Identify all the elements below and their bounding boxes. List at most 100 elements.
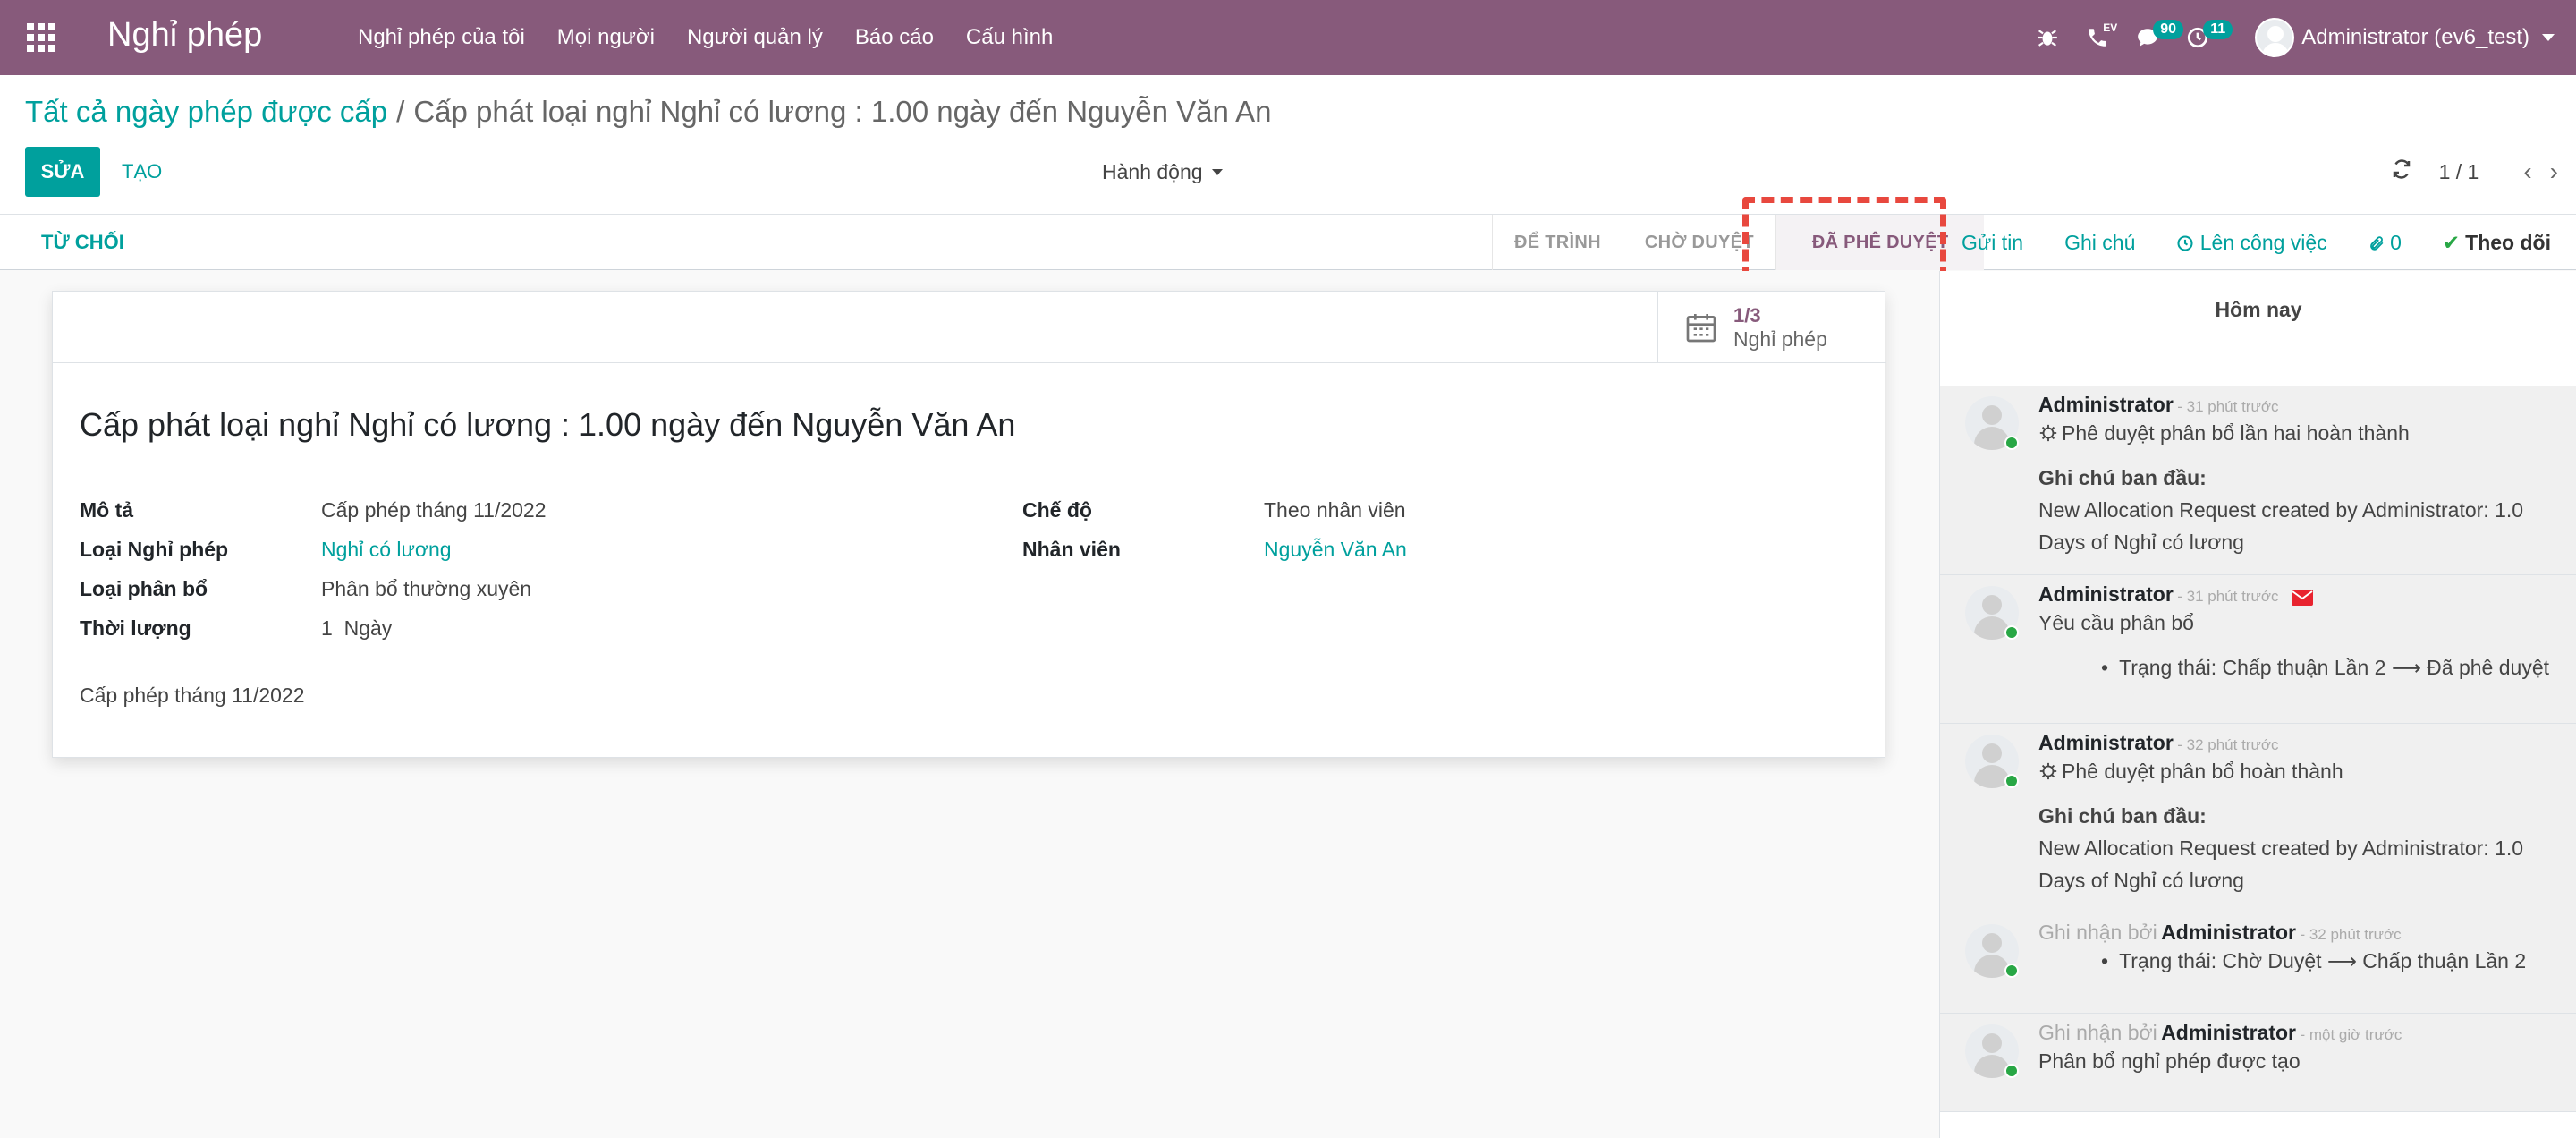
stat-label: Nghỉ phép (1733, 327, 1827, 351)
note-label: Ghi chú ban đầu: (2038, 466, 2207, 489)
message-time: - một giờ trước (2300, 1026, 2402, 1043)
field-label: Chế độ (1022, 497, 1092, 522)
field-description: Mô tả Cấp phép tháng 11/2022 (80, 490, 547, 530)
edit-button[interactable]: SỬA (25, 147, 100, 197)
online-status-dot (2004, 436, 2019, 450)
pager-next-icon[interactable]: › (2550, 157, 2558, 186)
field-value: Cấp phép tháng 11/2022 (321, 497, 547, 522)
refresh-icon[interactable] (2391, 158, 2412, 185)
time-off-stat-button[interactable]: 1/3 Nghỉ phép (1657, 292, 1886, 363)
menu-reports[interactable]: Báo cáo (855, 25, 934, 50)
apps-menu-icon[interactable] (27, 23, 55, 52)
menu-configuration[interactable]: Cấu hình (966, 25, 1053, 50)
follow-button[interactable]: ✔ Theo dõi (2443, 231, 2551, 255)
field-employee: Nhân viên Nguyễn Văn An (1022, 530, 1407, 569)
online-status-dot (2004, 964, 2019, 978)
message-subtype: Phê duyệt phân bổ lần hai hoàn thành (2062, 421, 2410, 445)
online-status-dot (2004, 774, 2019, 788)
caret-down-icon (2542, 34, 2555, 41)
menu-my-time-off[interactable]: Nghỉ phép của tôi (358, 25, 525, 50)
user-name: Administrator (ev6_test) (2301, 25, 2529, 49)
reject-button[interactable]: TỪ CHỐI (29, 215, 137, 270)
chatter-message: Ghi nhận bởi Administrator - một giờ trư… (1940, 1014, 2576, 1112)
follow-label: Theo dõi (2465, 230, 2551, 254)
note-text: New Allocation Request created by Admini… (2038, 837, 2524, 860)
chatter-message: Administrator - 31 phút trước Phê duyệt … (1940, 386, 2576, 575)
message-text: Phân bổ nghỉ phép được tạo (2038, 1049, 2301, 1073)
pager-previous-icon[interactable]: ‹ (2523, 157, 2531, 186)
ev-tag: EV (2103, 21, 2118, 34)
chatter-message: Ghi nhận bởi Administrator - 32 phút trư… (1940, 913, 2576, 1014)
clock-icon (2177, 234, 2193, 251)
paperclip-icon (2369, 235, 2384, 251)
pager: 1 / 1 ‹ › (2391, 147, 2558, 197)
field-label: Nhân viên (1022, 537, 1121, 561)
field-mode: Chế độ Theo nhân viên (1022, 490, 1407, 530)
right-group: Chế độ Theo nhân viên Nhân viên Nguyễn V… (1022, 490, 1407, 569)
online-status-dot (2004, 1064, 2019, 1078)
note-label: Ghi chú ban đầu: (2038, 804, 2207, 828)
field-label: Loại phân bổ (80, 576, 208, 600)
caret-down-icon (1211, 168, 1223, 175)
gear-icon (2039, 762, 2057, 780)
employee-link[interactable]: Nguyễn Văn An (1264, 538, 1407, 562)
attachments-count: 0 (2390, 230, 2402, 254)
field-value: 1 Ngày (321, 616, 393, 640)
control-panel: Tất cả ngày phép được cấp / Cấp phát loại … (0, 75, 2576, 215)
stage-to-submit[interactable]: ĐỂ TRÌNH (1492, 215, 1623, 270)
message-text: Yêu cầu phân bổ (2038, 611, 2194, 634)
message-time: - 32 phút trước (2300, 926, 2402, 943)
button-box: 1/3 Nghỉ phép (53, 292, 1886, 363)
phone-icon[interactable]: EV (2080, 0, 2118, 75)
schedule-activity-button[interactable]: Lên công việc (2176, 231, 2327, 255)
highlight-annotation (1742, 197, 1946, 279)
messages-badge: 90 (2153, 20, 2184, 39)
chatter-message: Administrator - 31 phút trước Yêu cầu ph… (1940, 575, 2576, 724)
message-author[interactable]: Administrator (2161, 921, 2296, 944)
user-avatar (2255, 18, 2295, 57)
message-author[interactable]: Administrator (2038, 582, 2174, 606)
logged-by-prefix: Ghi nhận bởi (2038, 921, 2157, 944)
tracking-value: Trạng thái: Chờ Duyệt ⟶ Chấp thuận Lần 2 (2038, 945, 2559, 977)
user-menu[interactable]: Administrator (ev6_test) (2255, 18, 2555, 57)
message-author[interactable]: Administrator (2038, 731, 2174, 754)
send-message-button[interactable]: Gửi tin (1962, 231, 2023, 255)
app-brand[interactable]: Nghỉ phép (107, 16, 262, 55)
log-note-button[interactable]: Ghi chú (2064, 231, 2135, 255)
debug-bug-icon[interactable] (2029, 0, 2065, 75)
field-allocation-type: Loại phân bổ Phân bổ thường xuyên (80, 569, 547, 608)
logged-by-prefix: Ghi nhận bởi (2038, 1021, 2157, 1044)
breadcrumb-current: Cấp phát loại nghỉ Nghỉ có lương : 1.00 … (413, 95, 1272, 128)
date-label: Hôm nay (2215, 298, 2302, 321)
message-author[interactable]: Administrator (2038, 393, 2174, 416)
field-label: Loại Nghỉ phép (80, 537, 229, 561)
envelope-icon[interactable] (2291, 589, 2313, 606)
leave-type-link[interactable]: Nghỉ có lương (321, 538, 452, 562)
attachments-button[interactable]: 0 (2368, 231, 2402, 255)
check-icon: ✔ (2442, 230, 2461, 254)
menu-everyone[interactable]: Mọi người (557, 25, 655, 50)
breadcrumb-parent[interactable]: Tất cả ngày phép được cấp (25, 95, 387, 128)
messages-icon[interactable]: 90 (2130, 0, 2184, 75)
chatter-message: Administrator - 32 phút trước Phê duyệt … (1940, 724, 2576, 913)
systray: EV 90 11 Administrator (ev6_test) (2029, 0, 2576, 75)
field-leave-type: Loại Nghỉ phép Nghỉ có lương (80, 530, 547, 569)
gear-icon (2039, 424, 2057, 442)
field-label: Mô tả (80, 497, 134, 522)
message-time: - 32 phút trước (2177, 736, 2279, 753)
field-value: Theo nhân viên (1264, 497, 1406, 522)
menu-managers[interactable]: Người quản lý (687, 25, 823, 50)
chatter-topbar: Gửi tin Ghi chú Lên công việc 0 ✔ Theo dõ… (1939, 215, 2576, 270)
note-text: Days of Nghỉ có lương (2038, 869, 2244, 892)
create-button[interactable]: TẠO (111, 147, 173, 197)
action-dropdown[interactable]: Hành động (1102, 147, 1223, 197)
action-label: Hành động (1102, 159, 1203, 183)
field-duration: Thời lượng 1 Ngày (80, 608, 547, 648)
message-author[interactable]: Administrator (2161, 1021, 2296, 1044)
main-menu: Nghỉ phép của tôi Mọi người Người quản l… (358, 0, 1085, 75)
stat-value: 1/3 (1733, 303, 1761, 327)
pager-value[interactable]: 1 / 1 (2439, 160, 2479, 184)
activities-clock-icon[interactable]: 11 (2180, 0, 2233, 75)
online-status-dot (2004, 625, 2019, 640)
activities-badge: 11 (2203, 20, 2233, 39)
